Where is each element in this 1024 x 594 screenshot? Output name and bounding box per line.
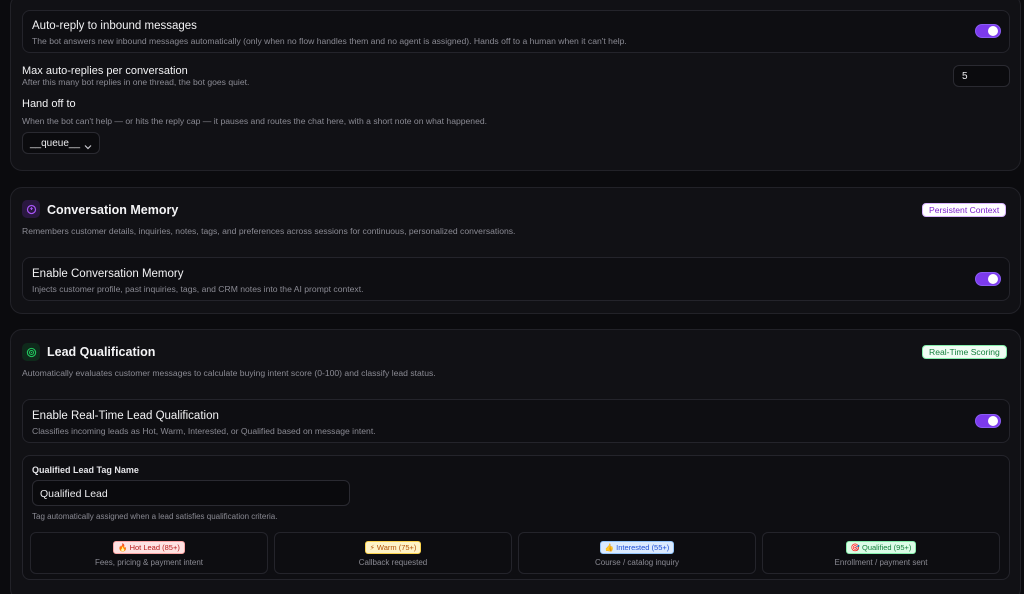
toggle-knob	[988, 416, 998, 426]
lead-section-title: Lead Qualification	[47, 345, 156, 359]
lead-toggle-title: Enable Real-Time Lead Qualification	[32, 410, 219, 422]
memory-description: Remembers customer details, inquiries, n…	[22, 226, 516, 236]
lead-toggle-description: Classifies incoming leads as Hot, Warm, …	[32, 426, 376, 436]
fire-icon: 🔥 Hot Lead (85+)	[113, 541, 185, 554]
lead-badge: Real-Time Scoring	[922, 345, 1007, 359]
toggle-knob	[988, 26, 998, 36]
lead-description: Automatically evaluates customer message…	[22, 368, 436, 378]
auto-reply-card: Auto-reply to inbound messages The bot a…	[10, 0, 1021, 171]
tier-desc-qualified: Enrollment / payment sent	[834, 558, 928, 567]
memory-section-title: Conversation Memory	[47, 203, 179, 217]
target-icon	[22, 343, 40, 361]
tag-name-label: Qualified Lead Tag Name	[32, 465, 139, 475]
tier-desc-warm: Callback requested	[358, 558, 428, 567]
memory-toggle-title: Enable Conversation Memory	[32, 268, 184, 280]
memory-toggle-row: Enable Conversation Memory Injects custo…	[22, 257, 1010, 301]
tag-name-value: Qualified Lead	[40, 488, 108, 500]
tier-card-warm: ⚡ Warm (75+) Callback requested	[274, 532, 512, 574]
auto-reply-description: The bot answers new inbound messages aut…	[32, 36, 627, 46]
handoff-hint: When the bot can't help — or hits the re…	[22, 116, 488, 126]
tag-name-input[interactable]: Qualified Lead	[32, 480, 350, 506]
target-badge-icon: 🎯 Qualified (95+)	[845, 541, 917, 554]
conversation-memory-card: Conversation Memory Persistent Context R…	[10, 187, 1021, 314]
memory-icon	[22, 200, 40, 218]
tag-name-hint: Tag automatically assigned when a lead s…	[32, 512, 278, 521]
auto-reply-row: Auto-reply to inbound messages The bot a…	[22, 10, 1010, 53]
handoff-selected: __queue__	[30, 138, 81, 149]
max-replies-input[interactable]: 5	[953, 65, 1010, 87]
lead-toggle-row: Enable Real-Time Lead Qualification Clas…	[22, 399, 1010, 443]
memory-badge: Persistent Context	[922, 203, 1007, 217]
auto-reply-title: Auto-reply to inbound messages	[32, 20, 197, 32]
tier-card-hot: 🔥 Hot Lead (85+) Fees, pricing & payment…	[30, 532, 268, 574]
auto-reply-toggle[interactable]	[975, 24, 1001, 38]
thumbs-up-icon: 👍 Interested (55+)	[599, 541, 675, 554]
chevron-down-icon	[84, 138, 92, 156]
memory-toggle[interactable]	[975, 272, 1001, 286]
lightning-icon: ⚡ Warm (75+)	[364, 541, 422, 554]
max-replies-label: Max auto-replies per conversation	[22, 65, 188, 77]
lead-toggle[interactable]	[975, 414, 1001, 428]
memory-toggle-description: Injects customer profile, past inquiries…	[32, 284, 364, 294]
toggle-knob	[988, 274, 998, 284]
max-replies-value: 5	[962, 71, 968, 82]
handoff-label: Hand off to	[22, 98, 76, 110]
max-replies-hint: After this many bot replies in one threa…	[22, 77, 250, 87]
tier-desc-interested: Course / catalog inquiry	[594, 558, 680, 567]
handoff-select[interactable]: __queue__	[22, 132, 100, 154]
tier-card-qualified: 🎯 Qualified (95+) Enrollment / payment s…	[762, 532, 1000, 574]
tier-card-interested: 👍 Interested (55+) Course / catalog inqu…	[518, 532, 756, 574]
tier-desc-hot: Fees, pricing & payment intent	[94, 558, 204, 567]
